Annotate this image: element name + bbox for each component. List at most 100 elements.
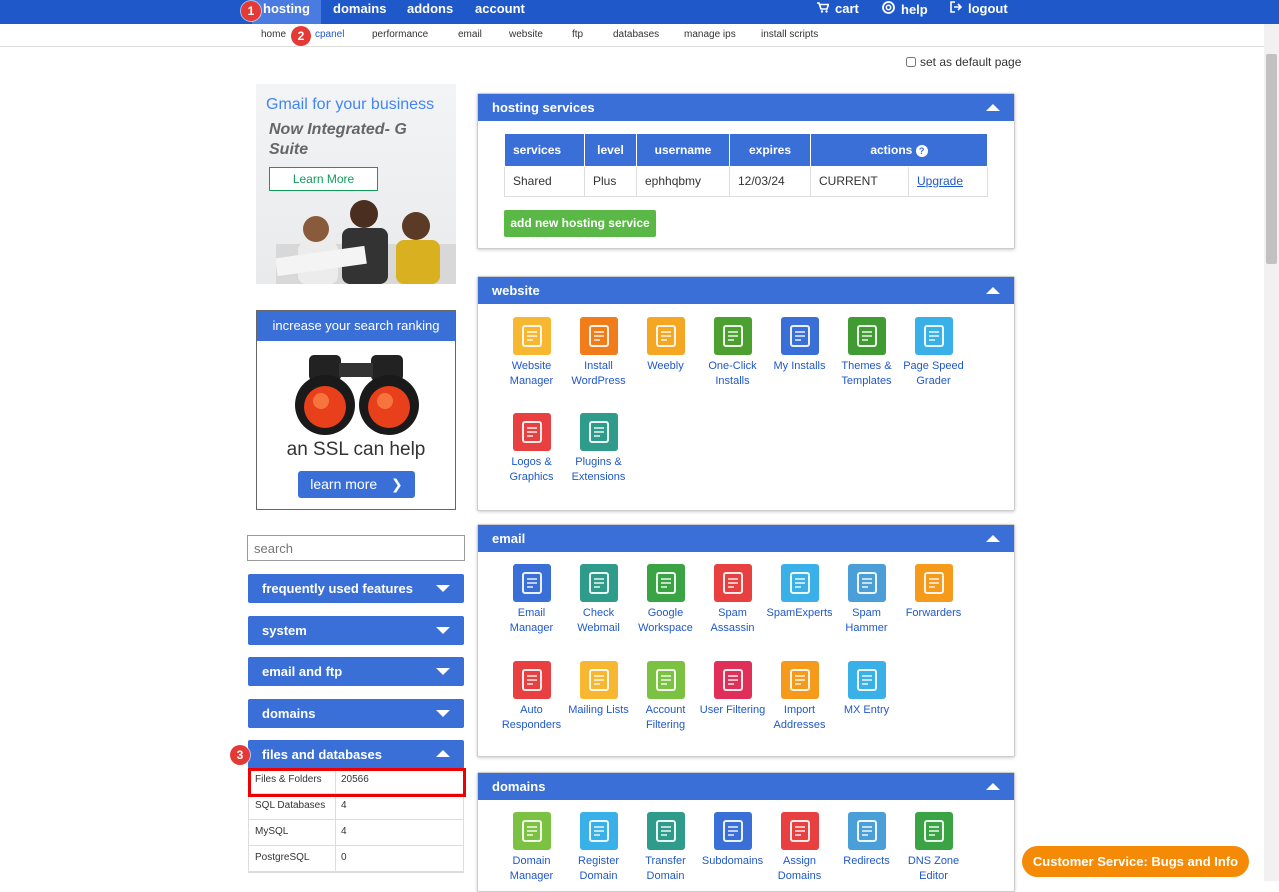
- transfer-domain-icon: [646, 812, 685, 850]
- tool-spam-hammer[interactable]: Spam Hammer: [833, 564, 900, 636]
- subnav-databases[interactable]: databases: [613, 29, 659, 40]
- tool-register-domain[interactable]: Register Domain: [565, 812, 632, 884]
- dns-zone-editor-icon: [914, 812, 953, 850]
- tool-spam-assassin[interactable]: Spam Assassin: [699, 564, 766, 636]
- vertical-scrollbar[interactable]: [1264, 24, 1279, 881]
- section-domains[interactable]: domains: [248, 699, 464, 728]
- install-wordpress-icon: [579, 317, 618, 355]
- domains-header[interactable]: domains: [478, 773, 1014, 800]
- tool-google-workspace[interactable]: Google Workspace: [632, 564, 699, 636]
- tool-themes-templates[interactable]: Themes & Templates: [833, 317, 900, 389]
- default-page-option[interactable]: set as default page: [906, 55, 1021, 69]
- tool-one-click-installs[interactable]: One-Click Installs: [699, 317, 766, 389]
- ssl-learn-more-button[interactable]: learn more ❯: [298, 471, 415, 498]
- hosting-services-table: services level username expires actions …: [504, 134, 988, 197]
- gsuite-ad-subtitle: Now Integrated- G Suite: [269, 121, 407, 158]
- subnav-manage-ips[interactable]: manage ips: [684, 29, 736, 40]
- section-frequently-used-features[interactable]: frequently used features: [248, 574, 464, 603]
- cell-username: ephhqbmy: [636, 165, 730, 197]
- tool-mailing-lists[interactable]: Mailing Lists: [565, 661, 632, 718]
- subnav-email[interactable]: email: [458, 29, 482, 40]
- mx-entry-icon: [847, 661, 886, 699]
- section-label: email and ftp: [262, 664, 343, 679]
- default-page-checkbox[interactable]: [906, 57, 916, 67]
- tool-website-manager[interactable]: Website Manager: [498, 317, 565, 389]
- sidebar-search-input[interactable]: [247, 535, 465, 561]
- section-email-and-ftp[interactable]: email and ftp: [248, 657, 464, 686]
- tool-plugins-extensions[interactable]: Plugins & Extensions: [565, 413, 632, 485]
- website-header[interactable]: website: [478, 277, 1014, 304]
- section-label: system: [262, 623, 307, 638]
- nav-logout[interactable]: logout: [950, 0, 1008, 24]
- redirects-icon: [847, 812, 886, 850]
- tool-label: Forwarders: [905, 607, 962, 619]
- caret-down-icon: [436, 668, 450, 675]
- scrollbar-thumb[interactable]: [1266, 54, 1277, 264]
- table-row[interactable]: SQL Databases 4: [249, 794, 463, 820]
- tool-account-filtering[interactable]: Account Filtering: [632, 661, 699, 733]
- nav-account[interactable]: account: [475, 0, 525, 24]
- tool-redirects[interactable]: Redirects: [833, 812, 900, 869]
- email-header[interactable]: email: [478, 525, 1014, 552]
- section-label: frequently used features: [262, 581, 413, 596]
- nav-hosting[interactable]: hosting: [252, 0, 321, 24]
- tool-label: Mailing Lists: [568, 704, 629, 716]
- question-icon[interactable]: ?: [915, 144, 928, 157]
- tool-spamexperts[interactable]: SpamExperts: [766, 564, 833, 621]
- table-row[interactable]: PostgreSQL 0: [249, 846, 463, 872]
- tool-logos-graphics[interactable]: Logos & Graphics: [498, 413, 565, 485]
- tool-domain-manager[interactable]: Domain Manager: [498, 812, 565, 884]
- caret-down-icon: [436, 710, 450, 717]
- tool-assign-domains[interactable]: Assign Domains: [766, 812, 833, 884]
- tool-check-webmail[interactable]: Check Webmail: [565, 564, 632, 636]
- nav-domains[interactable]: domains: [333, 0, 386, 24]
- tool-auto-responders[interactable]: Auto Responders: [498, 661, 565, 733]
- tool-forwarders[interactable]: Forwarders: [900, 564, 967, 621]
- caret-up-icon: [986, 535, 1000, 542]
- section-system[interactable]: system: [248, 616, 464, 645]
- section-files-and-databases[interactable]: files and databases: [248, 740, 464, 769]
- subnav-ftp[interactable]: ftp: [572, 29, 583, 40]
- cell-status: CURRENT: [810, 165, 909, 197]
- subnav-cpanel[interactable]: cpanel: [315, 29, 344, 40]
- gsuite-ad-banner[interactable]: Gmail for your business Now Integrated- …: [256, 84, 456, 284]
- tool-my-installs[interactable]: My Installs: [766, 317, 833, 374]
- tool-dns-zone-editor[interactable]: DNS Zone Editor: [900, 812, 967, 884]
- nav-addons[interactable]: addons: [407, 0, 453, 24]
- upgrade-link[interactable]: Upgrade: [917, 174, 963, 188]
- subnav-install-scripts[interactable]: install scripts: [761, 29, 818, 40]
- tool-email-manager[interactable]: Email Manager: [498, 564, 565, 636]
- nav-cart[interactable]: cart: [817, 0, 859, 24]
- people-photo-image: [276, 200, 456, 284]
- customer-service-button[interactable]: Customer Service: Bugs and Info: [1022, 846, 1249, 877]
- page-speed-grader-icon: [914, 317, 953, 355]
- subnav-performance[interactable]: performance: [372, 29, 428, 40]
- step-badge-3: 3: [230, 745, 250, 765]
- nav-help[interactable]: help: [882, 0, 928, 24]
- ssl-ad-banner[interactable]: increase your search ranking an SSL can …: [256, 310, 456, 510]
- subnav-website[interactable]: website: [509, 29, 543, 40]
- tool-mx-entry[interactable]: MX Entry: [833, 661, 900, 718]
- hosting-services-header[interactable]: hosting services: [478, 94, 1014, 121]
- chevron-right-icon: ❯: [391, 476, 403, 492]
- tool-user-filtering[interactable]: User Filtering: [699, 661, 766, 718]
- tool-page-speed-grader[interactable]: Page Speed Grader: [900, 317, 967, 389]
- ssl-ad-text: an SSL can help: [286, 439, 426, 460]
- nav-logout-label: logout: [968, 1, 1008, 16]
- tool-label: Register Domain: [578, 855, 619, 882]
- tool-subdomains[interactable]: Subdomains: [699, 812, 766, 869]
- tool-import-addresses[interactable]: Import Addresses: [766, 661, 833, 733]
- tool-label: MX Entry: [843, 704, 890, 716]
- tool-install-wordpress[interactable]: Install WordPress: [565, 317, 632, 389]
- section-label: domains: [262, 706, 316, 721]
- tool-transfer-domain[interactable]: Transfer Domain: [632, 812, 699, 884]
- tool-label: Subdomains: [701, 855, 764, 867]
- tool-weebly[interactable]: Weebly: [632, 317, 699, 374]
- tool-label: Weebly: [647, 360, 684, 372]
- cell-action: Upgrade: [908, 165, 988, 197]
- add-hosting-service-button[interactable]: add new hosting service: [504, 210, 656, 237]
- table-row[interactable]: MySQL 4: [249, 820, 463, 846]
- tool-label: User Filtering: [699, 704, 766, 716]
- subnav-home[interactable]: home: [261, 29, 286, 40]
- section-label: files and databases: [262, 747, 382, 762]
